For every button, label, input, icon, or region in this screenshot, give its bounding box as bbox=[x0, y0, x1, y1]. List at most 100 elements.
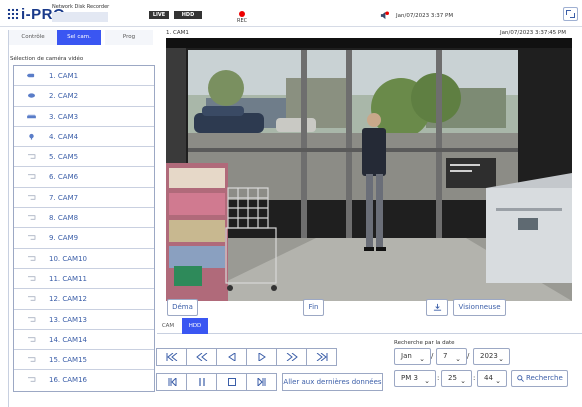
dome-camera-icon bbox=[28, 93, 35, 98]
time-separator: : bbox=[473, 374, 476, 382]
rec-indicator: REC bbox=[237, 11, 247, 24]
camera-item[interactable]: 8. CAM8 bbox=[14, 208, 154, 229]
minute-select[interactable]: 25 ⌄ bbox=[441, 370, 472, 387]
reverse-play-button[interactable] bbox=[216, 348, 247, 366]
camera-label: 1. CAM1 bbox=[49, 72, 79, 80]
download-button[interactable] bbox=[426, 299, 448, 316]
rec-dot-icon bbox=[239, 11, 246, 17]
camera-item[interactable]: 9. CAM9 bbox=[14, 228, 154, 249]
camera-label: 3. CAM3 bbox=[49, 112, 79, 121]
camera-list: 1. CAM1 2. CAM2 3. CAM3 4. CAM4 5. CAM5 … bbox=[13, 65, 155, 392]
camera-item[interactable]: 16. CAM16 bbox=[14, 370, 154, 390]
camera-icon bbox=[28, 276, 36, 281]
chevron-down-icon: ⌄ bbox=[495, 377, 501, 385]
tab-schedule[interactable]: Prog bbox=[105, 30, 153, 45]
tab-control[interactable]: Contrôle bbox=[9, 30, 57, 45]
camera-label: 10. CAM10 bbox=[49, 254, 87, 263]
month-value: Jan bbox=[401, 352, 412, 360]
download-icon bbox=[433, 303, 441, 311]
source-mode-bar: CAM HDD bbox=[157, 318, 582, 334]
box-camera-icon bbox=[27, 73, 35, 78]
product-name: Network Disk Recorder bbox=[52, 4, 110, 10]
play-button[interactable] bbox=[246, 348, 277, 366]
camera-label: 14. CAM14 bbox=[49, 335, 87, 344]
month-select[interactable]: Jan ⌄ bbox=[394, 348, 431, 365]
day-select[interactable]: 7 ⌄ bbox=[436, 348, 467, 365]
camera-icon bbox=[28, 357, 36, 362]
play-icon bbox=[258, 352, 266, 362]
camera-item[interactable]: 1. CAM1 bbox=[14, 66, 154, 87]
fast-forward-button[interactable] bbox=[276, 348, 307, 366]
camera-item[interactable]: 10. CAM10 bbox=[14, 249, 154, 269]
pause-icon bbox=[198, 378, 205, 386]
skip-to-end-icon bbox=[316, 352, 327, 362]
camera-item[interactable]: 13. CAM13 bbox=[14, 310, 154, 330]
live-button[interactable]: LIVE bbox=[149, 11, 169, 19]
camera-label: 2. CAM2 bbox=[49, 92, 79, 101]
video-timestamp: Jan/07/2023 3:37:45 PM bbox=[500, 30, 566, 36]
go-to-latest-button[interactable]: Aller aux dernières données bbox=[282, 373, 383, 391]
search-icon bbox=[517, 375, 524, 382]
previous-frame-button[interactable] bbox=[156, 373, 187, 391]
skip-to-end-button[interactable] bbox=[306, 348, 337, 366]
camera-label: 12. CAM12 bbox=[49, 295, 87, 304]
camera-item[interactable]: 2. CAM2 bbox=[14, 86, 154, 107]
date-separator: / bbox=[431, 352, 434, 360]
camera-select-title: Sélection de caméra vidéo bbox=[10, 56, 84, 62]
time-separator: : bbox=[437, 374, 440, 382]
hdd-button[interactable]: HDD bbox=[174, 11, 202, 19]
video-view[interactable] bbox=[166, 38, 572, 301]
camera-item[interactable]: 15. CAM15 bbox=[14, 350, 154, 371]
camera-item[interactable]: 4. CAM4 bbox=[14, 127, 154, 148]
chevron-down-icon: ⌄ bbox=[460, 377, 466, 385]
fast-rewind-icon bbox=[195, 352, 207, 362]
camera-item[interactable]: 11. CAM11 bbox=[14, 269, 154, 290]
camera-icon bbox=[28, 154, 36, 159]
stop-icon bbox=[227, 378, 236, 386]
tab-cam[interactable]: CAM bbox=[157, 318, 179, 334]
viewer-button[interactable]: Visionneuse bbox=[453, 299, 506, 316]
speaker-muted-icon[interactable] bbox=[380, 11, 389, 20]
hour-select[interactable]: PM 3 ⌄ bbox=[394, 370, 436, 387]
sidebar: Contrôle Sel cam. Prog Sélection de camé… bbox=[8, 30, 158, 407]
top-bar: i-PRO Network Disk Recorder LIVE HDD REC… bbox=[0, 0, 582, 27]
search-button-label: Recherche bbox=[526, 374, 563, 382]
second-select[interactable]: 44 ⌄ bbox=[477, 370, 507, 387]
camera-label: 7. CAM7 bbox=[49, 193, 79, 202]
camera-item[interactable]: 6. CAM6 bbox=[14, 167, 154, 188]
camera-icon bbox=[28, 256, 36, 261]
skip-to-start-button[interactable] bbox=[156, 348, 187, 366]
day-value: 7 bbox=[443, 352, 448, 360]
camera-item[interactable]: 14. CAM14 bbox=[14, 330, 154, 351]
search-button[interactable]: Recherche bbox=[511, 370, 568, 387]
start-button[interactable]: Déma bbox=[167, 299, 198, 316]
tab-hdd[interactable]: HDD bbox=[182, 318, 208, 334]
fast-rewind-button[interactable] bbox=[186, 348, 217, 366]
pause-button[interactable] bbox=[186, 373, 217, 391]
fullscreen-button[interactable] bbox=[563, 7, 578, 21]
camera-item[interactable]: 7. CAM7 bbox=[14, 188, 154, 209]
tab-camera-select[interactable]: Sel cam. bbox=[57, 30, 101, 45]
stop-button[interactable] bbox=[216, 373, 247, 391]
camera-label: 11. CAM11 bbox=[49, 274, 87, 283]
camera-label: 5. CAM5 bbox=[49, 153, 79, 162]
camera-item[interactable]: 12. CAM12 bbox=[14, 289, 154, 310]
chevron-down-icon: ⌄ bbox=[419, 355, 425, 363]
fast-forward-icon bbox=[286, 352, 298, 362]
camera-icon bbox=[28, 235, 36, 240]
next-frame-button[interactable] bbox=[246, 373, 277, 391]
year-select[interactable]: 2023 ⌄ bbox=[473, 348, 510, 365]
camera-icon bbox=[28, 296, 36, 301]
camera-icon bbox=[28, 316, 36, 322]
camera-icon bbox=[28, 337, 36, 342]
multi-sensor-camera-icon bbox=[27, 114, 36, 118]
ptz-camera-icon bbox=[29, 133, 34, 140]
reverse-play-icon bbox=[227, 352, 235, 362]
end-button[interactable]: Fin bbox=[303, 299, 324, 316]
chevron-down-icon: ⌄ bbox=[424, 377, 430, 385]
camera-item[interactable]: 3. CAM3 bbox=[14, 107, 154, 127]
camera-icon bbox=[28, 215, 36, 220]
minute-value: 25 bbox=[448, 374, 457, 382]
camera-item[interactable]: 5. CAM5 bbox=[14, 147, 154, 168]
camera-icon bbox=[28, 174, 36, 180]
